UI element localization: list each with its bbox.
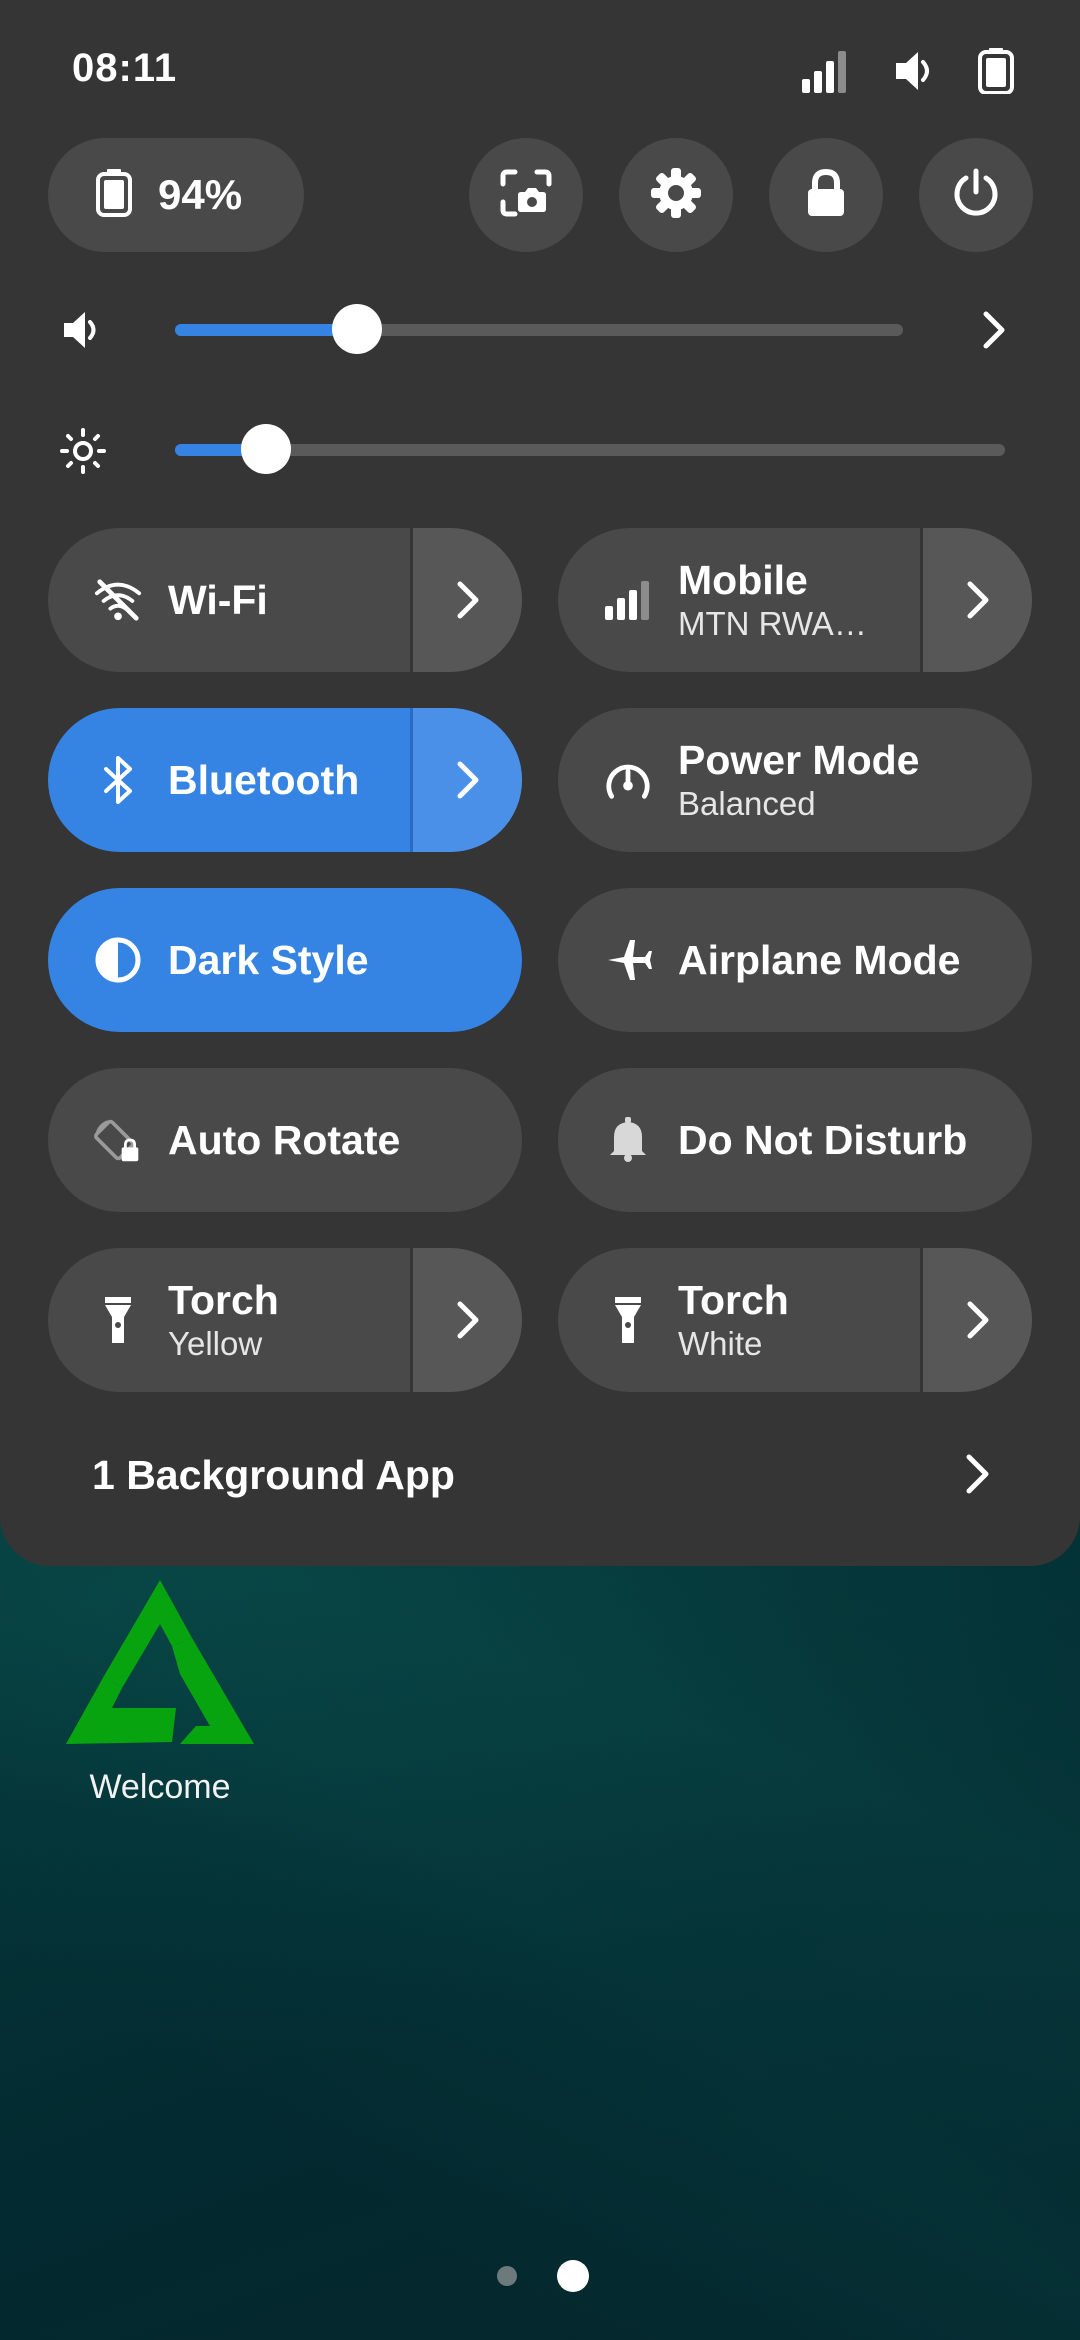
screenshot-icon [499,168,553,223]
torch-icon [604,1296,652,1344]
dark-style-icon [94,936,142,984]
power-mode-value: Balanced [678,785,816,822]
lock-button[interactable] [769,138,883,252]
wifi-menu-button[interactable] [410,528,522,672]
mobile-title: Mobile [678,557,808,603]
battery-status-pill[interactable]: 94% [48,138,304,252]
chevron-right-icon [967,1301,988,1339]
tile-torch-yellow: Torch Yellow [48,1248,522,1392]
torch-yellow-color: Yellow [168,1325,263,1362]
signal-icon [604,576,652,624]
settings-button[interactable] [619,138,733,252]
auto-rotate-title: Auto Rotate [168,1117,401,1163]
tile-power-mode[interactable]: Power Mode Balanced [558,708,1032,852]
volume-slider-fill [175,324,357,336]
status-icons [802,48,1014,94]
power-mode-toggle[interactable]: Power Mode Balanced [558,708,1032,852]
brightness-slider[interactable] [175,424,1005,474]
lock-icon [806,168,846,222]
mobile-menu-button[interactable] [920,528,1032,672]
volume-icon [60,308,104,357]
chevron-right-icon [457,761,478,799]
battery-percentage: 94% [158,171,243,218]
volume-slider-row [0,290,1080,370]
torch-white-color: White [678,1325,763,1362]
screenshot-button[interactable] [469,138,583,252]
wifi-toggle[interactable]: Wi-Fi [48,528,410,672]
do-not-disturb-title: Do Not Disturb [678,1117,968,1163]
airplane-mode-title: Airplane Mode [678,937,961,983]
bluetooth-toggle[interactable]: Bluetooth [48,708,410,852]
torch-yellow-toggle[interactable]: Torch Yellow [48,1248,410,1392]
tile-do-not-disturb[interactable]: Do Not Disturb [558,1068,1032,1212]
background-apps-label: 1 Background App [92,1451,455,1498]
bell-icon [604,1116,652,1164]
brightness-slider-row [0,410,1080,490]
tile-mobile: Mobile MTN RWA… [558,528,1032,672]
clock: 08:11 [72,46,178,90]
mobile-data-toggle[interactable]: Mobile MTN RWA… [558,528,920,672]
recycle-triangle-icon [66,1580,254,1744]
tile-airplane-mode[interactable]: Airplane Mode [558,888,1032,1032]
brightness-icon [60,428,106,479]
tile-dark-style[interactable]: Dark Style [48,888,522,1032]
battery-icon [96,168,132,222]
settings-icon [650,167,702,224]
torch-yellow-title: Torch [168,1277,279,1323]
power-icon [952,168,1000,223]
chevron-right-icon [960,1450,994,1503]
signal-icon [802,49,850,93]
auto-rotate-toggle[interactable]: Auto Rotate [48,1068,522,1212]
background-apps-row[interactable]: 1 Background App [48,1400,1032,1550]
welcome-app-label: Welcome [89,1768,231,1806]
status-bar: 08:11 [0,0,1080,140]
bluetooth-icon [94,756,142,804]
power-mode-title: Power Mode [678,737,920,783]
bluetooth-title: Bluetooth [168,757,360,803]
wifi-title: Wi-Fi [168,577,268,623]
bluetooth-menu-button[interactable] [410,708,522,852]
rotation-lock-icon [94,1116,142,1164]
tile-torch-white: Torch White [558,1248,1032,1392]
quick-settings-panel: 08:11 94% Wi-Fi Mobile MTN RWA… Bluetoot… [0,0,1080,1566]
page-indicator [0,2255,1080,2295]
power-button[interactable] [919,138,1033,252]
volume-expand-chevron-icon[interactable] [974,308,1014,357]
mobile-carrier: MTN RWA… [678,605,867,642]
torch-white-title: Torch [678,1277,789,1323]
torch-icon [94,1296,142,1344]
battery-icon [978,48,1014,94]
volume-icon [894,49,934,93]
tile-bluetooth: Bluetooth [48,708,522,852]
tile-wifi: Wi-Fi [48,528,522,672]
airplane-mode-toggle[interactable]: Airplane Mode [558,888,1032,1032]
torch-white-menu-button[interactable] [920,1248,1032,1392]
airplane-icon [604,936,652,984]
page-dot-2[interactable] [557,2260,589,2292]
do-not-disturb-toggle[interactable]: Do Not Disturb [558,1068,1032,1212]
wifi-off-icon [94,576,142,624]
chevron-right-icon [457,581,478,619]
chevron-right-icon [967,581,988,619]
torch-yellow-menu-button[interactable] [410,1248,522,1392]
volume-slider[interactable] [175,304,903,354]
tile-auto-rotate[interactable]: Auto Rotate [48,1068,522,1212]
power-mode-icon [604,756,652,804]
dark-style-title: Dark Style [168,937,369,983]
volume-slider-knob[interactable] [332,304,382,354]
dark-style-toggle[interactable]: Dark Style [48,888,522,1032]
torch-white-toggle[interactable]: Torch White [558,1248,920,1392]
chevron-right-icon [457,1301,478,1339]
brightness-slider-knob[interactable] [241,424,291,474]
page-dot-1[interactable] [497,2266,517,2286]
